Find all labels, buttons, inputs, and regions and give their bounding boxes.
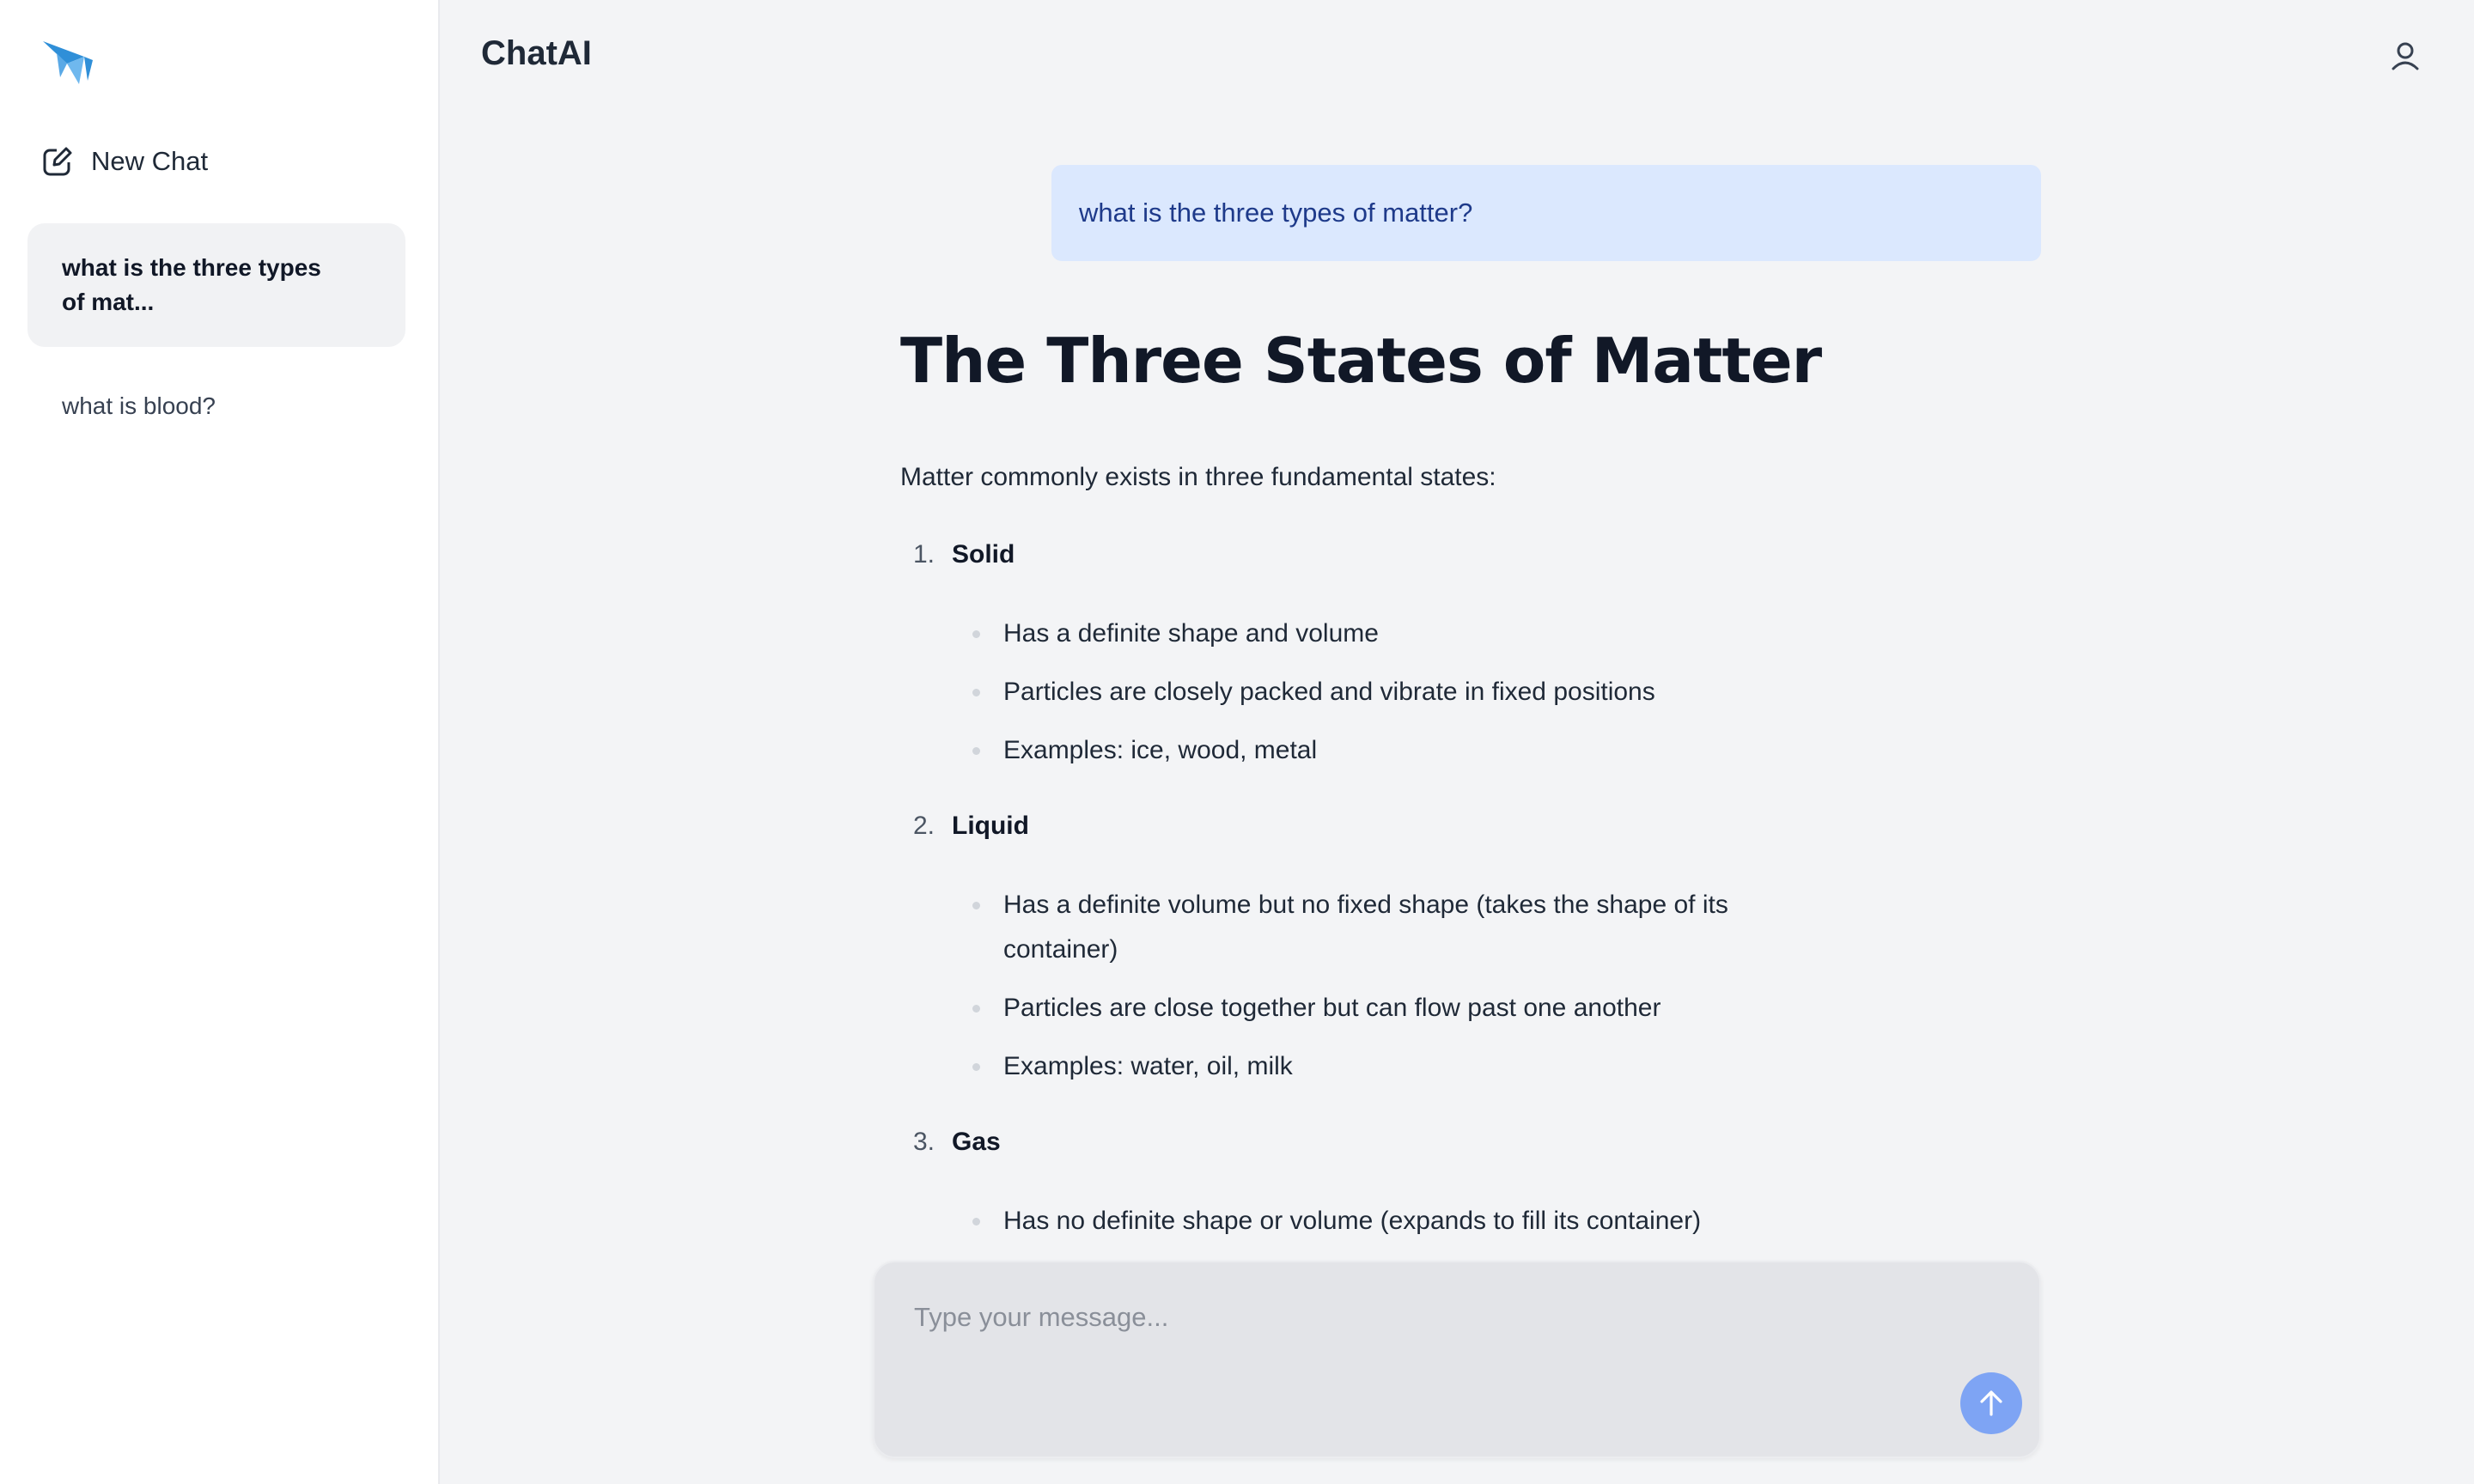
- answer-section-liquid: 2. Liquid Has a definite volume but no f…: [900, 807, 2017, 1089]
- bullet-list: Has no definite shape or volume (expands…: [900, 1199, 2017, 1244]
- arrow-up-icon: [1980, 1390, 2002, 1416]
- section-heading: 3. Gas: [900, 1123, 2017, 1161]
- list-item: Has a definite volume but no fixed shape…: [962, 883, 1821, 972]
- history-item-label: what is blood?: [62, 392, 216, 419]
- bullet-list: Has a definite shape and volume Particle…: [900, 611, 2017, 773]
- new-chat-label: New Chat: [91, 146, 209, 176]
- list-item: Particles are close together but can flo…: [962, 986, 1821, 1031]
- user-icon[interactable]: [2388, 40, 2422, 74]
- answer-section-gas: 3. Gas Has no definite shape or volume (…: [900, 1123, 2017, 1244]
- section-number: 3.: [912, 1128, 935, 1156]
- section-heading: 1. Solid: [900, 536, 2017, 574]
- user-message-text: what is the three types of matter?: [1079, 198, 1473, 228]
- sidebar: New Chat what is the three types of mat.…: [0, 0, 440, 1484]
- message-composer: [873, 1261, 2041, 1458]
- list-item: Particles are closely packed and vibrate…: [962, 670, 1821, 715]
- answer-intro: Matter commonly exists in three fundamen…: [900, 463, 1496, 491]
- answer-heading: The Three States of Matter: [900, 325, 1822, 397]
- compose-icon: [43, 147, 72, 176]
- send-button[interactable]: [1960, 1372, 2022, 1434]
- history-item-active[interactable]: what is the three types of mat...: [27, 223, 405, 347]
- chat-app: New Chat what is the three types of mat.…: [0, 0, 2474, 1484]
- list-item: Has a definite shape and volume: [962, 611, 1821, 656]
- history-item-label: what is the three types of mat...: [62, 254, 321, 315]
- assistant-answer: The Three States of Matter Matter common…: [900, 318, 2017, 1278]
- paper-plane-logo-icon[interactable]: [41, 38, 96, 86]
- list-item: Has no definite shape or volume (expands…: [962, 1199, 1821, 1244]
- section-name: Gas: [952, 1128, 1001, 1156]
- message-input[interactable]: [914, 1302, 1859, 1353]
- new-chat-button[interactable]: New Chat: [41, 141, 208, 182]
- section-name: Liquid: [952, 812, 1029, 840]
- history-item[interactable]: what is blood?: [27, 385, 405, 428]
- section-heading: 2. Liquid: [900, 807, 2017, 845]
- section-name: Solid: [952, 540, 1015, 569]
- section-number: 1.: [912, 540, 935, 569]
- answer-section-solid: 1. Solid Has a definite shape and volume…: [900, 536, 2017, 773]
- list-item: Examples: water, oil, milk: [962, 1044, 1821, 1089]
- app-title: ChatAI: [481, 34, 592, 72]
- list-item: Examples: ice, wood, metal: [962, 728, 1821, 773]
- section-number: 2.: [912, 812, 935, 840]
- user-message-bubble: what is the three types of matter?: [1051, 165, 2041, 261]
- bullet-list: Has a definite volume but no fixed shape…: [900, 883, 2017, 1089]
